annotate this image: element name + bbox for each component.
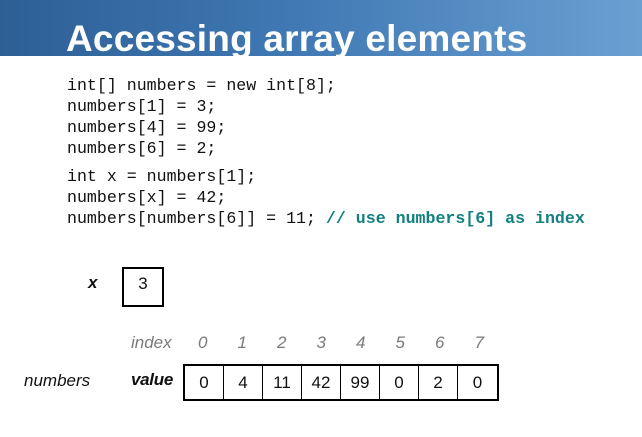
slide-title: Accessing array elements	[66, 18, 528, 59]
array-cell: 0	[472, 373, 483, 392]
index-row-label: index	[131, 333, 172, 352]
array-index: 6	[435, 333, 445, 352]
code-block-access: int x = numbers[1]; numbers[x] = 42; num…	[67, 166, 585, 229]
array-index: 3	[316, 333, 326, 352]
array-cell: 11	[263, 366, 302, 399]
array-index: 4	[356, 333, 366, 352]
variable-x-box: 3	[122, 267, 164, 307]
variable-x-label: x	[88, 273, 98, 292]
code-line: numbers[6] = 2;	[67, 139, 217, 158]
code-line: numbers[4] = 99;	[67, 118, 227, 137]
array-cell: 42	[302, 366, 341, 399]
array-cell: 0	[380, 366, 419, 399]
array-box: 0 4 11 42 99 0 2 0	[183, 364, 499, 401]
array-index: 2	[277, 333, 287, 352]
array-cell: 2	[419, 366, 458, 399]
array-index: 5	[395, 333, 405, 352]
array-index: 1	[237, 333, 247, 352]
value-row-label: value	[131, 370, 173, 389]
array-name-label: numbers	[24, 371, 91, 390]
code-line: numbers[numbers[6]] = 11;	[67, 209, 326, 228]
array-cell: 0	[185, 366, 224, 399]
code-line: int[] numbers = new int[8];	[67, 76, 336, 95]
code-line: numbers[1] = 3;	[67, 97, 217, 116]
array-cell: 99	[341, 366, 380, 399]
code-line: int x = numbers[1];	[67, 167, 257, 186]
code-comment: // use numbers[6] as index	[325, 209, 585, 228]
slide: Accessing array elements int[] numbers =…	[0, 0, 642, 437]
code-line: numbers[x] = 42;	[67, 188, 227, 207]
array-index: 0	[198, 333, 208, 352]
code-block-declarations: int[] numbers = new int[8]; numbers[1] =…	[67, 75, 336, 159]
array-cell: 4	[224, 366, 263, 399]
array-index: 7	[474, 333, 484, 352]
